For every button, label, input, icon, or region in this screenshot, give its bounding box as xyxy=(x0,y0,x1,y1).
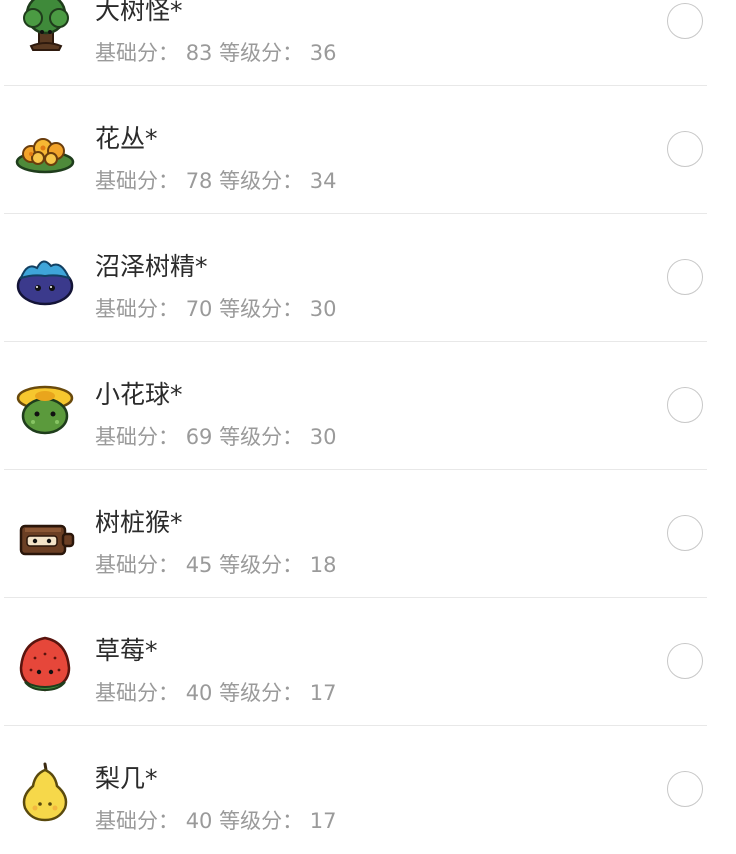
level-score-label: 等级分： xyxy=(219,681,304,705)
monster-name: 草莓* xyxy=(95,636,158,665)
monster-scores: 基础分： 83 等级分： 36 xyxy=(95,37,337,67)
list-item[interactable]: 草莓* 基础分： 40 等级分： 17 xyxy=(0,598,736,726)
level-score-value: 17 xyxy=(309,809,337,833)
list-item[interactable]: 沼泽树精* 基础分： 70 等级分： 30 xyxy=(0,214,736,342)
base-score-value: 40 xyxy=(185,809,213,833)
monster-scores: 基础分： 40 等级分： 17 xyxy=(95,805,337,835)
base-score-value: 69 xyxy=(185,425,213,449)
flower-bush-icon xyxy=(13,120,77,184)
monster-scores: 基础分： 70 等级分： 30 xyxy=(95,293,337,323)
level-score-label: 等级分： xyxy=(219,553,304,577)
level-score-value: 30 xyxy=(309,297,337,321)
select-radio[interactable] xyxy=(667,259,703,295)
monster-scores: 基础分： 40 等级分： 17 xyxy=(95,677,337,707)
monster-name: 树桩猴* xyxy=(95,508,183,537)
monster-name: 大树怪* xyxy=(95,0,183,25)
monster-name: 小花球* xyxy=(95,380,183,409)
select-radio[interactable] xyxy=(667,3,703,39)
base-score-label: 基础分： xyxy=(95,681,179,705)
base-score-label: 基础分： xyxy=(95,41,179,65)
monster-name: 花丛* xyxy=(95,124,158,153)
base-score-label: 基础分： xyxy=(95,809,179,833)
base-score-value: 83 xyxy=(185,41,213,65)
select-radio[interactable] xyxy=(667,387,703,423)
level-score-label: 等级分： xyxy=(219,41,304,65)
base-score-label: 基础分： xyxy=(95,553,179,577)
level-score-value: 18 xyxy=(309,553,337,577)
level-score-value: 36 xyxy=(309,41,337,65)
level-score-label: 等级分： xyxy=(219,425,304,449)
level-score-label: 等级分： xyxy=(219,297,304,321)
pear-icon xyxy=(13,760,77,824)
list-item[interactable]: 小花球* 基础分： 69 等级分： 30 xyxy=(0,342,736,470)
monster-scores: 基础分： 78 等级分： 34 xyxy=(95,165,337,195)
base-score-value: 70 xyxy=(185,297,213,321)
level-score-label: 等级分： xyxy=(219,809,304,833)
level-score-value: 34 xyxy=(309,169,337,193)
monster-name: 沼泽树精* xyxy=(95,252,208,281)
base-score-label: 基础分： xyxy=(95,169,179,193)
base-score-label: 基础分： xyxy=(95,425,179,449)
base-score-value: 40 xyxy=(185,681,213,705)
flower-ball-icon xyxy=(13,376,77,440)
monster-scores: 基础分： 45 等级分： 18 xyxy=(95,549,337,579)
level-score-label: 等级分： xyxy=(219,169,304,193)
list-item[interactable]: 树桩猴* 基础分： 45 等级分： 18 xyxy=(0,470,736,598)
monster-scores: 基础分： 69 等级分： 30 xyxy=(95,421,337,451)
list-item[interactable]: 大树怪* 基础分： 83 等级分： 36 xyxy=(0,0,736,86)
stump-monkey-icon xyxy=(13,504,77,568)
list-item[interactable]: 花丛* 基础分： 78 等级分： 34 xyxy=(0,86,736,214)
tree-monster-icon xyxy=(13,0,77,56)
base-score-value: 78 xyxy=(185,169,213,193)
base-score-value: 45 xyxy=(185,553,213,577)
level-score-value: 17 xyxy=(309,681,337,705)
monster-name: 梨几* xyxy=(95,764,158,793)
monster-list: 大树怪* 基础分： 83 等级分： 36 花丛* 基础分： 78 等级分： 34… xyxy=(0,0,736,854)
base-score-label: 基础分： xyxy=(95,297,179,321)
select-radio[interactable] xyxy=(667,643,703,679)
select-radio[interactable] xyxy=(667,131,703,167)
select-radio[interactable] xyxy=(667,771,703,807)
strawberry-icon xyxy=(13,632,77,696)
list-item[interactable]: 梨几* 基础分： 40 等级分： 17 xyxy=(0,726,736,854)
level-score-value: 30 xyxy=(309,425,337,449)
select-radio[interactable] xyxy=(667,515,703,551)
swamp-spirit-icon xyxy=(13,248,77,312)
